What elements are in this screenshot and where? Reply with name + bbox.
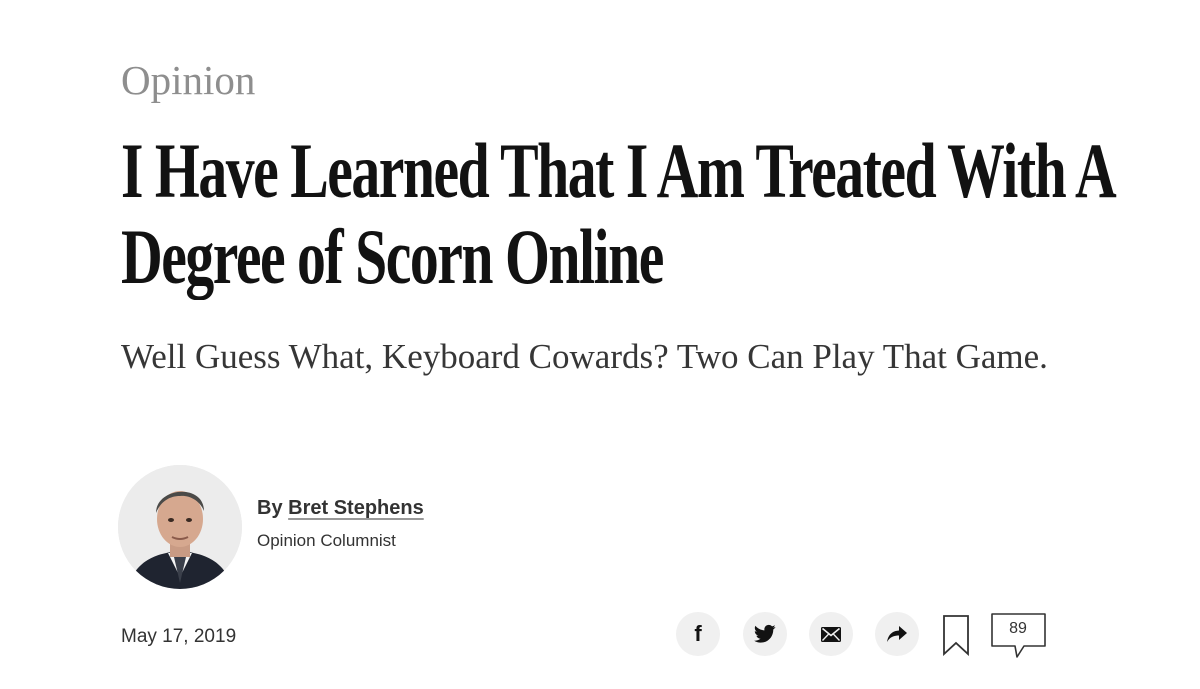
facebook-share-button[interactable]: f (676, 612, 720, 656)
publish-date: May 17, 2019 (121, 626, 237, 647)
facebook-icon: f (694, 621, 702, 646)
section-kicker[interactable]: Opinion (121, 56, 255, 104)
more-share-button[interactable] (875, 612, 919, 656)
byline-prefix: By (257, 497, 283, 519)
bookmark-icon[interactable] (942, 614, 970, 656)
share-arrow-icon (887, 626, 907, 642)
email-icon (821, 626, 841, 642)
comments-button[interactable]: 89 (990, 612, 1048, 662)
twitter-icon (754, 624, 776, 643)
twitter-share-button[interactable] (743, 612, 787, 656)
email-share-button[interactable] (809, 612, 853, 656)
article-summary: Well Guess What, Keyboard Cowards? Two C… (121, 337, 1048, 376)
author-link[interactable]: Bret Stephens (288, 497, 424, 519)
comment-count: 89 (1009, 620, 1027, 637)
byline: By Bret Stephens (257, 495, 424, 521)
article-headline: I Have Learned That I Am Treated With A … (121, 127, 1113, 300)
author-avatar[interactable] (118, 465, 242, 589)
author-role: Opinion Columnist (257, 531, 396, 550)
